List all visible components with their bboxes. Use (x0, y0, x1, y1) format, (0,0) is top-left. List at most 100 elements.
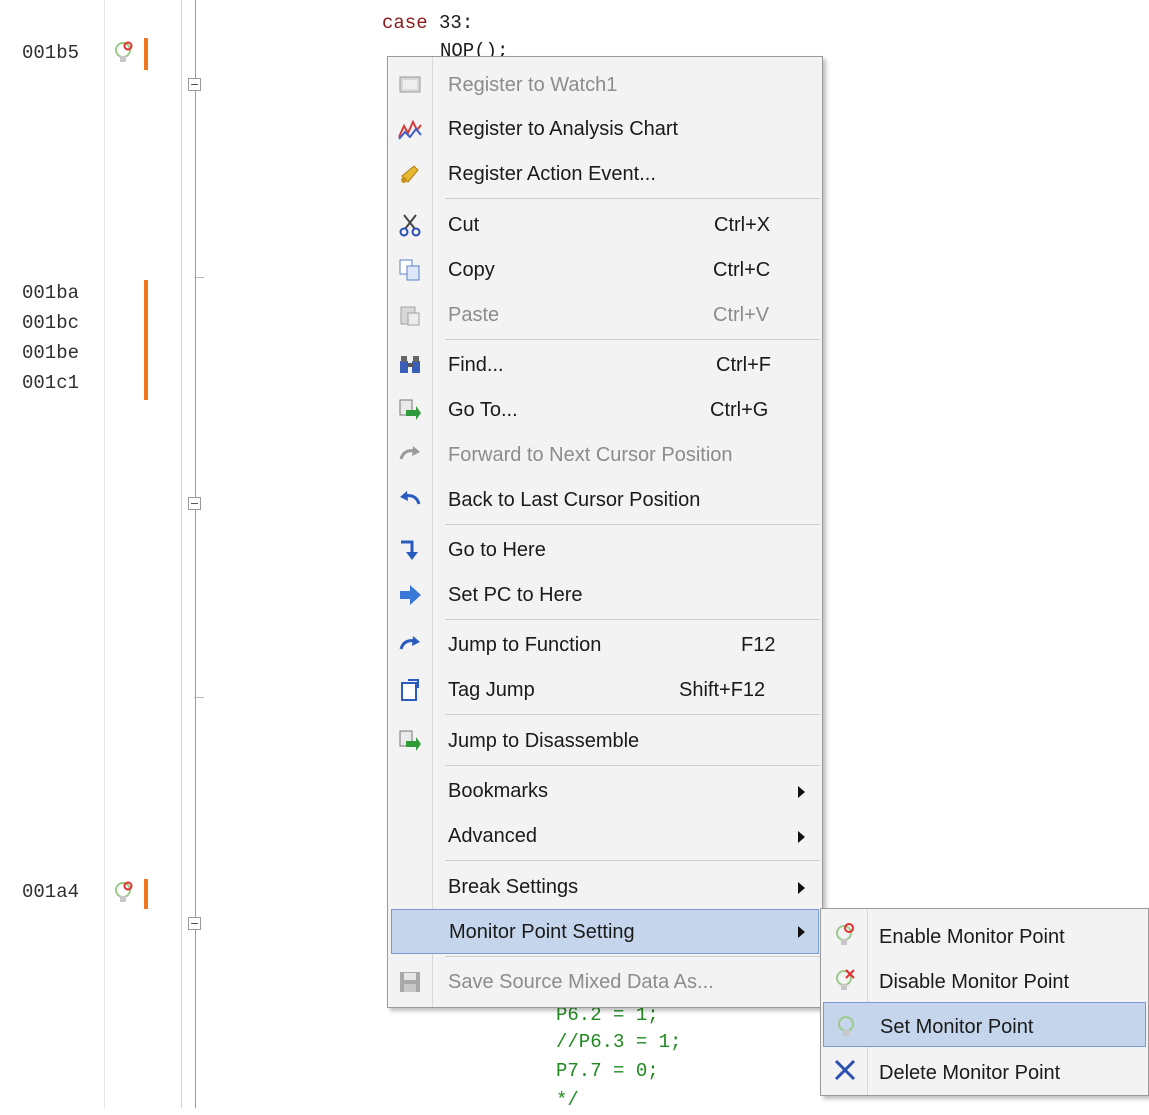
submenu-arrow-icon (798, 882, 805, 894)
menu-item-label: Register to Watch1 (448, 74, 618, 96)
fold-toggle[interactable] (188, 917, 201, 930)
monitor-point-icon[interactable] (113, 880, 135, 906)
menu-item-go-to[interactable]: Go To... Ctrl+G (388, 388, 822, 430)
trace-bar (144, 38, 148, 70)
menu-item-label: Set PC to Here (448, 584, 583, 606)
menu-item-disable-monitor-point[interactable]: Disable Monitor Point (821, 958, 1148, 1000)
menu-item-go-to-here[interactable]: Go to Here (388, 528, 822, 570)
menu-item-label: Save Source Mixed Data As... (448, 971, 714, 993)
menu-item-label: Go To... (448, 399, 518, 421)
menu-item-label: Break Settings (448, 876, 579, 898)
gutter-divider (181, 0, 182, 1108)
address-label: 001b5 (22, 42, 80, 64)
fold-toggle[interactable] (188, 497, 201, 510)
code-line: //P6.3 = 1; (556, 1031, 682, 1053)
menu-item-back-to-last-cursor-position[interactable]: Back to Last Cursor Position (388, 478, 822, 520)
menu-item-delete-monitor-point[interactable]: Delete Monitor Point (821, 1049, 1148, 1091)
menu-item-enable-monitor-point[interactable]: Enable Monitor Point (821, 913, 1148, 955)
menu-item-shortcut: F12 (741, 634, 776, 656)
fold-tick (194, 697, 204, 698)
copy-icon (398, 258, 422, 282)
menu-item-register-to-analysis-chart[interactable]: Register to Analysis Chart (388, 107, 822, 149)
address-label: 001a4 (22, 881, 80, 903)
trace-bar (144, 280, 148, 400)
submenu-arrow-icon (798, 786, 805, 798)
monitor-point-icon[interactable] (113, 40, 135, 66)
menu-item-label: Copy (448, 259, 495, 281)
address-label: 001ba (22, 282, 80, 304)
menu-item-bookmarks[interactable]: Bookmarks (388, 769, 822, 811)
menu-item-label: Enable Monitor Point (879, 926, 1065, 948)
binoculars-icon (398, 353, 422, 377)
submenu-arrow-icon (798, 831, 805, 843)
menu-item-label: Jump to Function (448, 634, 602, 656)
menu-separator (445, 765, 820, 766)
menu-item-copy[interactable]: Copy Ctrl+C (388, 248, 822, 290)
submenu-arrow-icon (798, 926, 805, 938)
menu-item-advanced[interactable]: Advanced (388, 814, 822, 856)
menu-item-shortcut: Ctrl+X (714, 214, 771, 236)
back-icon (398, 488, 422, 512)
address-label: 001be (22, 342, 80, 364)
menu-item-shortcut: Shift+F12 (679, 679, 766, 701)
context-menu: Register to Watch1 Register to Analysis … (387, 56, 823, 1008)
code-line: */ (556, 1089, 579, 1111)
jump-function-icon (398, 633, 422, 657)
menu-item-paste[interactable]: Paste Ctrl+V (388, 293, 822, 335)
save-icon (398, 970, 422, 994)
menu-separator (445, 198, 820, 199)
menu-separator (445, 339, 820, 340)
menu-item-label: Disable Monitor Point (879, 971, 1070, 993)
menu-item-label: Delete Monitor Point (879, 1062, 1061, 1084)
code-keyword: case (382, 12, 428, 34)
code-line: P7.7 = 0; (556, 1060, 659, 1082)
address-label: 001bc (22, 312, 80, 334)
menu-item-save-source-mixed-data-as[interactable]: Save Source Mixed Data As... (388, 960, 822, 1002)
chart-icon (398, 117, 422, 141)
disable-monitor-point-icon (833, 967, 857, 991)
menu-item-label: Register Action Event... (448, 163, 656, 185)
fold-toggle[interactable] (188, 78, 201, 91)
menu-item-find[interactable]: Find... Ctrl+F (388, 343, 822, 385)
menu-item-label: Go to Here (448, 539, 546, 561)
menu-item-label: Paste (448, 304, 500, 326)
menu-item-monitor-point-setting[interactable]: Monitor Point Setting (391, 909, 819, 954)
menu-item-register-action-event[interactable]: Register Action Event... (388, 152, 822, 194)
bell-icon (398, 162, 422, 186)
menu-separator (445, 619, 820, 620)
fold-tick (194, 277, 204, 278)
menu-item-jump-to-function[interactable]: Jump to Function F12 (388, 623, 822, 665)
code-line: case 33: (382, 8, 473, 38)
menu-item-shortcut: Ctrl+V (713, 304, 770, 326)
address-label: 001c1 (22, 372, 80, 394)
menu-separator (445, 524, 820, 525)
menu-item-label: Tag Jump (448, 679, 535, 701)
fold-guide-line (195, 0, 196, 1108)
menu-item-register-to-watch1[interactable]: Register to Watch1 (388, 63, 822, 105)
menu-item-label: Register to Analysis Chart (448, 118, 679, 140)
trace-bar (144, 879, 148, 909)
menu-item-label: Find... (448, 354, 504, 376)
menu-item-label: Monitor Point Setting (449, 921, 635, 943)
menu-item-label: Jump to Disassemble (448, 730, 640, 752)
go-here-icon (398, 538, 422, 562)
menu-item-shortcut: Ctrl+C (713, 259, 771, 281)
menu-item-forward-to-next-cursor-position[interactable]: Forward to Next Cursor Position (388, 433, 822, 475)
gutter-divider (104, 0, 105, 1108)
scissors-icon (398, 213, 422, 237)
set-pc-icon (398, 583, 422, 607)
menu-item-label: Forward to Next Cursor Position (448, 444, 733, 466)
menu-item-tag-jump[interactable]: Tag Jump Shift+F12 (388, 668, 822, 710)
menu-separator (445, 860, 820, 861)
paste-icon (398, 303, 422, 327)
set-monitor-point-icon (834, 1013, 858, 1037)
menu-item-label: Bookmarks (448, 780, 549, 802)
menu-item-jump-to-disassemble[interactable]: Jump to Disassemble (388, 719, 822, 761)
menu-item-break-settings[interactable]: Break Settings (388, 865, 822, 907)
menu-item-cut[interactable]: Cut Ctrl+X (388, 203, 822, 245)
forward-icon (398, 443, 422, 467)
menu-item-set-pc-to-here[interactable]: Set PC to Here (388, 573, 822, 615)
code-text: 33: (427, 12, 474, 34)
menu-item-shortcut: Ctrl+G (710, 399, 769, 421)
menu-item-set-monitor-point[interactable]: Set Monitor Point (823, 1002, 1146, 1047)
